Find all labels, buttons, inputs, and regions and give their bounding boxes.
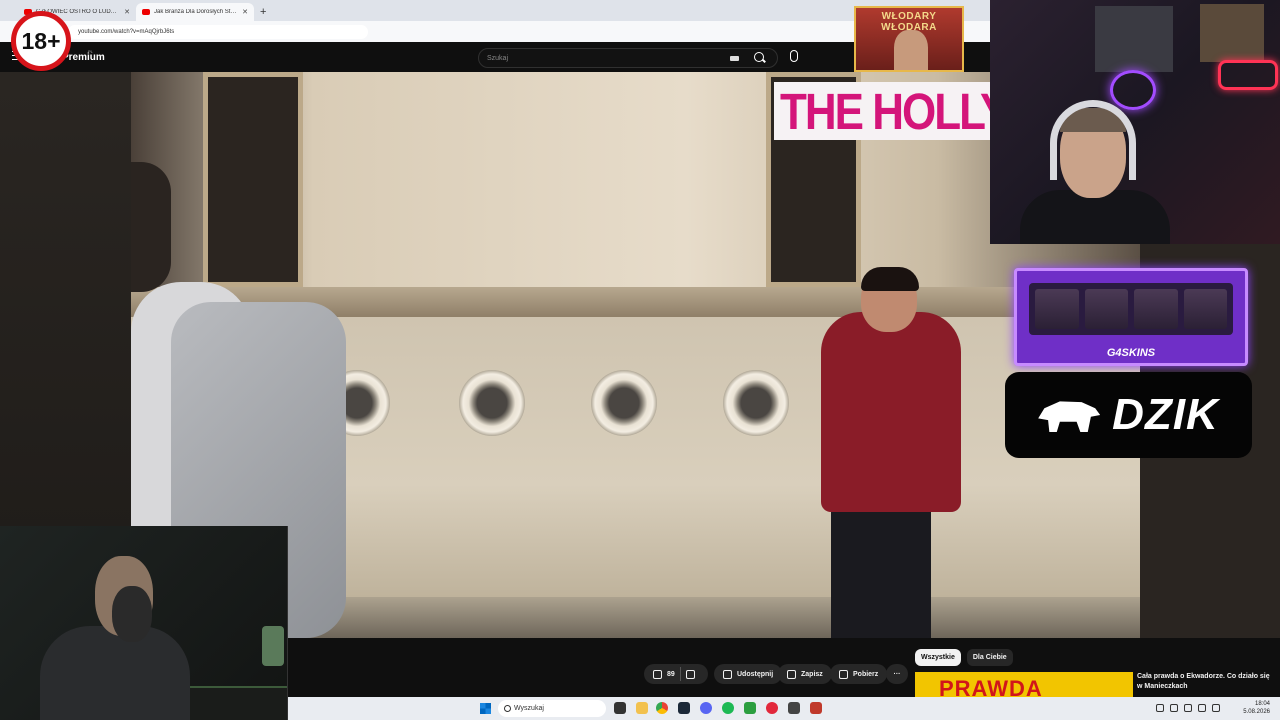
app-icon[interactable] xyxy=(810,702,822,714)
share-icon xyxy=(723,669,732,679)
secondary-webcam xyxy=(0,526,288,720)
like-dislike-group[interactable]: 89 xyxy=(644,664,708,684)
youtube-header: Premium PL Szukaj xyxy=(0,42,990,72)
save-button[interactable]: Zapisz xyxy=(778,664,832,684)
bookmark-icon xyxy=(787,669,796,679)
headset-icon xyxy=(112,586,152,642)
search-icon[interactable] xyxy=(752,50,768,66)
wall-poster xyxy=(1200,4,1264,62)
taskbar-search-input[interactable]: Wyszukaj xyxy=(498,700,606,717)
clock-date: 5.08.2026 xyxy=(1243,709,1270,715)
youtube-logo[interactable]: Premium xyxy=(62,52,105,63)
recommendation-filters: Wszystkie Dla Ciebie xyxy=(915,649,1013,666)
microphone-icon[interactable] xyxy=(790,50,798,62)
case-slot xyxy=(1084,289,1128,329)
video-action-bar: 89 Udostępnij Zapisz Pobierz ··· xyxy=(288,660,910,688)
tray-icon[interactable] xyxy=(1170,704,1178,712)
clock-time: 18:04 xyxy=(1254,701,1270,707)
video-person-left-head xyxy=(131,162,171,292)
browser-tab-2[interactable]: Jak Branża Dla Dorosłych Stała... ✕ xyxy=(136,3,254,21)
filter-chip-all[interactable]: Wszystkie xyxy=(915,649,961,666)
thumbs-down-icon[interactable] xyxy=(685,669,695,679)
search-placeholder: Szukaj xyxy=(487,54,509,62)
wifi-icon[interactable] xyxy=(1198,704,1206,712)
wlodary-banner-figure xyxy=(894,30,928,70)
browser-tab-bar: CZŁOWIEC OSTRO O LUDZIA... ✕ Jak Branża … xyxy=(0,0,990,21)
filter-chip-for-you[interactable]: Dla Ciebie xyxy=(966,649,1013,666)
streamer-shirt xyxy=(1020,190,1170,244)
spotify-icon[interactable] xyxy=(722,702,734,714)
share-button[interactable]: Udostępnij xyxy=(714,664,783,684)
person-body xyxy=(40,626,190,720)
task-view-icon[interactable] xyxy=(614,702,626,714)
file-explorer-icon[interactable] xyxy=(636,702,648,714)
new-tab-button[interactable]: + xyxy=(254,6,272,21)
neon-sign xyxy=(1218,60,1278,90)
video-person-red-shirt xyxy=(821,312,961,512)
close-icon[interactable]: ✕ xyxy=(124,8,130,16)
g4skins-case-slots xyxy=(1029,283,1233,335)
logo-region: PL xyxy=(88,49,93,54)
more-actions-button[interactable]: ··· xyxy=(886,664,908,684)
video-scene-porthole xyxy=(459,370,525,436)
wlodary-banner: WŁODARY WŁODARA xyxy=(854,6,964,72)
thumbnail-text: PRAWDA xyxy=(939,676,1043,697)
download-label: Pobierz xyxy=(853,670,879,678)
g4skins-logo: G4SKINS xyxy=(1106,347,1156,359)
tray-icon[interactable] xyxy=(1184,704,1192,712)
discord-icon[interactable] xyxy=(700,702,712,714)
case-slot xyxy=(1183,289,1227,329)
thumbs-up-icon[interactable] xyxy=(653,669,662,679)
case-slot xyxy=(1035,289,1079,329)
taskbar-search-placeholder: Wyszukaj xyxy=(514,705,544,712)
g4skins-sponsor-widget: G4SKINS xyxy=(1014,268,1248,366)
age-rating-badge: 18+ xyxy=(11,11,71,71)
video-scene-window xyxy=(203,72,303,287)
video-person-hair xyxy=(861,267,919,291)
app-icon[interactable] xyxy=(788,702,800,714)
video-scene-porthole xyxy=(723,370,789,436)
download-button[interactable]: Pobierz xyxy=(830,664,888,684)
opera-icon[interactable] xyxy=(766,702,778,714)
streamer-webcam xyxy=(990,0,1280,244)
windows-start-icon[interactable] xyxy=(480,703,491,714)
recommended-video-thumbnail[interactable]: PRAWDA xyxy=(915,672,1133,697)
video-sign-overlay: THE HOLLYW xyxy=(774,82,990,140)
dzik-logo-text: DZIK xyxy=(1112,390,1219,439)
tray-icon[interactable] xyxy=(1156,704,1164,712)
cup xyxy=(262,626,284,666)
download-icon xyxy=(839,669,848,679)
keyboard-icon[interactable] xyxy=(730,56,739,61)
system-tray xyxy=(1156,704,1220,712)
steam-icon[interactable] xyxy=(678,702,690,714)
share-label: Udostępnij xyxy=(737,670,774,678)
save-label: Zapisz xyxy=(801,670,823,678)
recommended-video-title[interactable]: Cała prawda o Ekwadorze. Co działo się w… xyxy=(1137,672,1277,692)
address-bar: youtube.com/watch?v=mAqQjrbJ6ts xyxy=(0,21,990,42)
boar-icon xyxy=(1038,401,1101,432)
youtube-favicon-icon xyxy=(142,9,150,15)
tab-title: Jak Branża Dla Dorosłych Stała... xyxy=(154,9,239,15)
url-field[interactable]: youtube.com/watch?v=mAqQjrbJ6ts xyxy=(68,24,368,39)
keyboard xyxy=(190,686,287,720)
like-count: 89 xyxy=(667,670,675,678)
volume-icon[interactable] xyxy=(1212,704,1220,712)
close-icon[interactable]: ✕ xyxy=(242,8,248,16)
video-sign-text: THE HOLLYW xyxy=(780,84,990,140)
neon-sign xyxy=(1110,70,1156,110)
windows-taskbar: Wyszukaj 18:04 5.08.2026 xyxy=(288,697,1280,720)
chrome-icon[interactable] xyxy=(656,702,668,714)
system-clock[interactable]: 18:04 5.08.2026 xyxy=(1243,700,1270,716)
case-slot xyxy=(1134,289,1178,329)
divider xyxy=(679,667,681,681)
app-icon[interactable] xyxy=(744,702,756,714)
video-scene-porthole xyxy=(591,370,657,436)
headset-icon xyxy=(1050,100,1136,180)
wall-poster xyxy=(1095,6,1173,72)
dzik-sponsor-logo: DZIK xyxy=(1005,372,1252,458)
